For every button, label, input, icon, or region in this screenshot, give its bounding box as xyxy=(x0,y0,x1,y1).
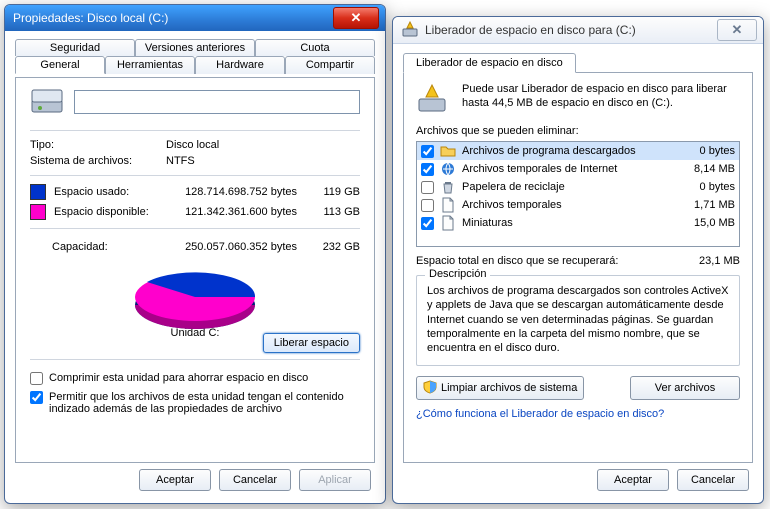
drive-icon xyxy=(30,88,64,116)
file-icon xyxy=(440,215,456,231)
used-swatch xyxy=(30,184,46,200)
used-bytes: 128.714.698.752 bytes xyxy=(157,186,297,198)
list-item-size: 1,71 MB xyxy=(675,199,735,211)
clean-system-files-label: Limpiar archivos de sistema xyxy=(441,382,577,394)
properties-tabbody: Tipo: Disco local Sistema de archivos: N… xyxy=(15,77,375,463)
liberar-espacio-button[interactable]: Liberar espacio xyxy=(263,333,360,353)
file-icon xyxy=(440,197,456,213)
tab-herramientas[interactable]: Herramientas xyxy=(105,56,195,74)
type-value: Disco local xyxy=(166,139,219,151)
list-item-size: 0 bytes xyxy=(675,181,735,193)
fs-value: NTFS xyxy=(166,155,195,167)
description-text: Los archivos de programa descargados son… xyxy=(427,284,729,355)
total-value: 23,1 MB xyxy=(699,255,740,267)
tab-general[interactable]: General xyxy=(15,56,105,74)
used-size: 119 GB xyxy=(305,186,360,198)
cleanup-intro: Puede usar Liberador de espacio en disco… xyxy=(462,83,740,115)
list-item-checkbox[interactable] xyxy=(421,163,434,176)
ie-icon xyxy=(440,161,456,177)
fs-label: Sistema de archivos: xyxy=(30,155,160,167)
tab-seguridad[interactable]: Seguridad xyxy=(15,39,135,56)
tab-compartir[interactable]: Compartir xyxy=(285,56,375,74)
tab-versiones[interactable]: Versiones anteriores xyxy=(135,39,255,56)
recycle-icon xyxy=(440,179,456,195)
files-list-label: Archivos que se pueden eliminar: xyxy=(416,125,740,137)
disk-cleanup-icon xyxy=(416,83,448,115)
close-icon[interactable]: ✕ xyxy=(333,7,379,29)
list-item-checkbox[interactable] xyxy=(421,145,434,158)
capacity-bytes: 250.057.060.352 bytes xyxy=(157,241,297,253)
list-item[interactable]: Papelera de reciclaje 0 bytes xyxy=(417,178,739,196)
folder-icon xyxy=(440,143,456,159)
properties-tabs: Seguridad Versiones anteriores Cuota Gen… xyxy=(15,39,375,74)
cleanup-window: Liberador de espacio en disco para (C:) … xyxy=(392,16,764,504)
ok-button[interactable]: Aceptar xyxy=(139,469,211,491)
free-swatch xyxy=(30,204,46,220)
list-item-name: Archivos temporales de Internet xyxy=(462,163,669,175)
free-label: Espacio disponible: xyxy=(54,206,149,218)
clean-system-files-button[interactable]: Limpiar archivos de sistema xyxy=(416,376,584,400)
free-bytes: 121.342.361.600 bytes xyxy=(157,206,297,218)
ok-button[interactable]: Aceptar xyxy=(597,469,669,491)
list-item-name: Archivos temporales xyxy=(462,199,669,211)
tab-cuota[interactable]: Cuota xyxy=(255,39,375,56)
view-files-button[interactable]: Ver archivos xyxy=(630,376,740,400)
list-item-size: 15,0 MB xyxy=(675,217,735,229)
shield-icon xyxy=(423,380,437,397)
help-link[interactable]: ¿Cómo funciona el Liberador de espacio e… xyxy=(416,408,740,420)
description-legend: Descripción xyxy=(425,268,490,280)
list-item[interactable]: Archivos temporales 1,71 MB xyxy=(417,196,739,214)
apply-button[interactable]: Aplicar xyxy=(299,469,371,491)
free-size: 113 GB xyxy=(305,206,360,218)
index-label[interactable]: Permitir que los archivos de esta unidad… xyxy=(49,391,360,415)
cleanup-title: Liberador de espacio en disco para (C:) xyxy=(425,23,717,37)
files-list[interactable]: Archivos de programa descargados0 bytesA… xyxy=(416,141,740,247)
list-item-checkbox[interactable] xyxy=(421,217,434,230)
close-icon[interactable]: ✕ xyxy=(717,19,757,41)
properties-title: Propiedades: Disco local (C:) xyxy=(13,11,333,25)
tab-hardware[interactable]: Hardware xyxy=(195,56,285,74)
tab-liberador[interactable]: Liberador de espacio en disco xyxy=(403,53,576,73)
list-item[interactable]: Miniaturas 15,0 MB xyxy=(417,214,739,232)
list-item[interactable]: Archivos temporales de Internet 8,14 MB xyxy=(417,160,739,178)
capacity-size: 232 GB xyxy=(305,241,360,253)
index-checkbox[interactable] xyxy=(30,391,43,404)
list-item-size: 0 bytes xyxy=(675,145,735,157)
list-item-size: 8,14 MB xyxy=(675,163,735,175)
properties-window: Propiedades: Disco local (C:) ✕ Segurida… xyxy=(4,4,386,504)
list-item[interactable]: Archivos de programa descargados 0 bytes xyxy=(417,142,739,160)
drive-name-input[interactable] xyxy=(74,90,360,114)
list-item-name: Papelera de reciclaje xyxy=(462,181,669,193)
list-item-name: Archivos de programa descargados xyxy=(462,145,669,157)
properties-titlebar[interactable]: Propiedades: Disco local (C:) ✕ xyxy=(5,5,385,31)
list-item-name: Miniaturas xyxy=(462,217,669,229)
list-item-checkbox[interactable] xyxy=(421,181,434,194)
total-label: Espacio total en disco que se recuperará… xyxy=(416,255,699,267)
capacity-label: Capacidad: xyxy=(30,241,149,253)
cleanup-titlebar[interactable]: Liberador de espacio en disco para (C:) … xyxy=(393,17,763,44)
compress-label[interactable]: Comprimir esta unidad para ahorrar espac… xyxy=(49,372,308,384)
disk-pie-chart xyxy=(125,261,265,333)
description-group: Descripción Los archivos de programa des… xyxy=(416,275,740,366)
compress-checkbox[interactable] xyxy=(30,372,43,385)
list-item-checkbox[interactable] xyxy=(421,199,434,212)
cancel-button[interactable]: Cancelar xyxy=(677,469,749,491)
cancel-button[interactable]: Cancelar xyxy=(219,469,291,491)
disk-cleanup-icon xyxy=(401,21,419,39)
used-label: Espacio usado: xyxy=(54,186,149,198)
type-label: Tipo: xyxy=(30,139,160,151)
